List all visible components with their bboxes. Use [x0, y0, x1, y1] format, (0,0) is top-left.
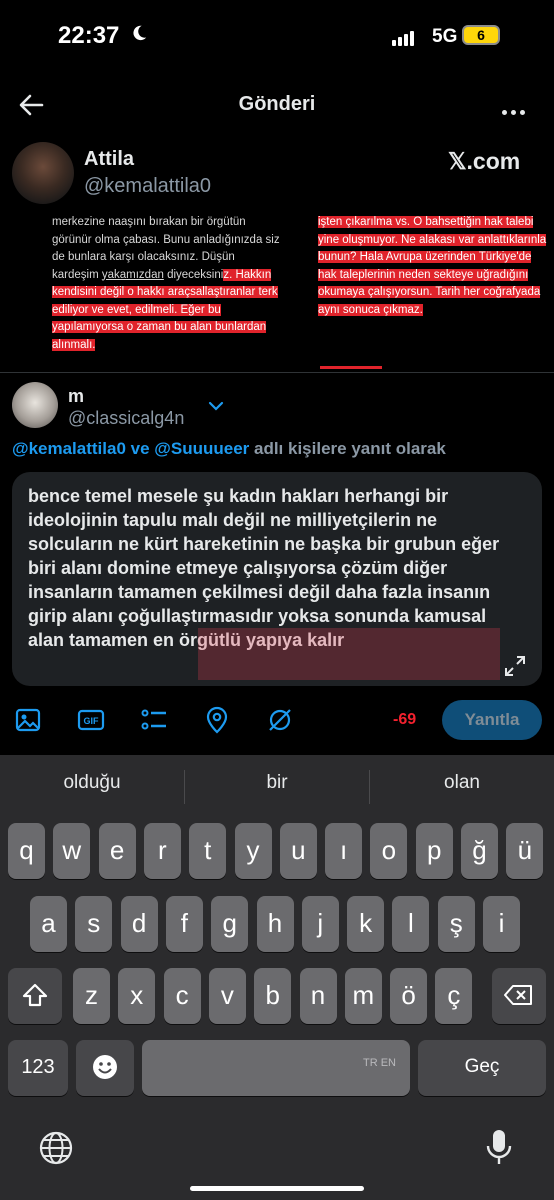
key-d[interactable]: d: [120, 896, 158, 952]
key-u[interactable]: u: [279, 823, 317, 879]
key-k[interactable]: k: [347, 896, 385, 952]
key-e[interactable]: e: [98, 823, 136, 879]
key-b[interactable]: b: [254, 968, 292, 1024]
character-count: -69: [393, 711, 417, 728]
mention-link[interactable]: @kemalattila0: [12, 439, 126, 458]
status-time: 22:37: [58, 22, 120, 49]
key-v[interactable]: v: [208, 968, 246, 1024]
svg-text:GIF: GIF: [84, 716, 100, 726]
reply-avatar[interactable]: [12, 382, 58, 428]
poll-icon[interactable]: [140, 706, 168, 734]
key-z[interactable]: z: [73, 968, 110, 1024]
key-j[interactable]: j: [301, 896, 339, 952]
language-label: TR EN: [363, 1057, 396, 1069]
page-title: Gönderi: [238, 93, 316, 115]
emoji-key[interactable]: [76, 1040, 134, 1096]
battery-icon: 6: [462, 25, 500, 45]
shift-key[interactable]: [8, 968, 62, 1024]
moon-icon: [133, 25, 147, 41]
image-icon[interactable]: [14, 706, 42, 734]
key-p[interactable]: p: [415, 823, 453, 879]
key-ş[interactable]: ş: [437, 896, 475, 952]
quoted-right-column: işten çıkarılma vs. O bahsettiğin hak ta…: [318, 214, 550, 319]
reply-button[interactable]: Yanıtla: [442, 700, 542, 740]
gif-icon[interactable]: GIF: [77, 706, 105, 734]
key-c[interactable]: c: [163, 968, 201, 1024]
key-q[interactable]: q: [8, 823, 45, 879]
expand-icon[interactable]: [504, 655, 526, 677]
key-i[interactable]: i: [483, 896, 520, 952]
key-s[interactable]: s: [75, 896, 113, 952]
key-l[interactable]: l: [392, 896, 430, 952]
return-key[interactable]: Geç: [418, 1040, 546, 1096]
key-row-1: qwertyuıopğü: [0, 823, 554, 879]
key-ü[interactable]: ü: [506, 823, 544, 879]
key-x[interactable]: x: [118, 968, 156, 1024]
location-icon[interactable]: [203, 706, 231, 734]
reply-to-suffix: adlı kişilere yanıt olarak: [249, 439, 446, 458]
key-g[interactable]: g: [211, 896, 249, 952]
suggestion-1[interactable]: olduğu: [0, 772, 184, 794]
reply-text[interactable]: bence temel mesele şu kadın hakları herh…: [28, 484, 508, 652]
home-indicator[interactable]: [190, 1186, 364, 1191]
quoted-handle: @kemalattila0: [84, 175, 212, 197]
microphone-icon[interactable]: [484, 1128, 514, 1168]
key-ö[interactable]: ö: [390, 968, 428, 1024]
key-n[interactable]: n: [299, 968, 337, 1024]
suggestion-3[interactable]: olan: [370, 772, 554, 794]
key-t[interactable]: t: [189, 823, 227, 879]
key-w[interactable]: w: [53, 823, 91, 879]
key-ğ[interactable]: ğ: [461, 823, 498, 879]
delete-key[interactable]: [492, 968, 546, 1024]
signal-icon: [392, 28, 416, 46]
key-m[interactable]: m: [344, 968, 382, 1024]
more-options-icon[interactable]: [502, 102, 529, 120]
quoted-left-text-2: diyeceksini: [163, 268, 224, 281]
quoted-right-highlight: işten çıkarılma vs. O bahsettiğin hak ta…: [318, 216, 547, 316]
space-key[interactable]: TR EN: [142, 1040, 410, 1096]
key-h[interactable]: h: [256, 896, 294, 952]
circle-icon[interactable]: [266, 706, 294, 734]
reply-handle: @classicalg4n: [68, 408, 185, 428]
key-a[interactable]: a: [30, 896, 67, 952]
reply-name: m: [68, 386, 85, 406]
quoted-left-underline: yakamızdan: [101, 268, 164, 281]
network-label: 5G: [432, 26, 458, 47]
suggestion-2[interactable]: bir: [185, 772, 369, 794]
key-ç[interactable]: ç: [435, 968, 473, 1024]
key-row-2: asdfghjklşi: [0, 896, 554, 952]
key-row-3: zxcvbnmöç: [0, 968, 554, 1024]
divider: [0, 372, 554, 373]
mention-link-2[interactable]: @Suuuueer: [154, 439, 249, 458]
chevron-down-icon[interactable]: [208, 400, 224, 412]
quoted-left-column: merkezine naaşını bırakan bir örgütün gö…: [52, 214, 282, 354]
key-ı[interactable]: ı: [325, 823, 363, 879]
overflow-highlight: [198, 628, 500, 680]
key-o[interactable]: o: [370, 823, 408, 879]
reply-to-line: @kemalattila0 ve @Suuuueer adlı kişilere…: [12, 439, 446, 459]
key-f[interactable]: f: [165, 896, 203, 952]
quoted-name: Attila: [84, 148, 134, 170]
highlight-fragment: [320, 366, 382, 369]
quoted-avatar: [12, 142, 74, 204]
key-y[interactable]: y: [234, 823, 272, 879]
globe-icon[interactable]: [38, 1130, 74, 1166]
x-logo: 𝕏.com: [448, 148, 521, 174]
numbers-key[interactable]: 123: [8, 1040, 68, 1096]
key-r[interactable]: r: [143, 823, 181, 879]
mention-conjunction: ve: [125, 439, 155, 458]
